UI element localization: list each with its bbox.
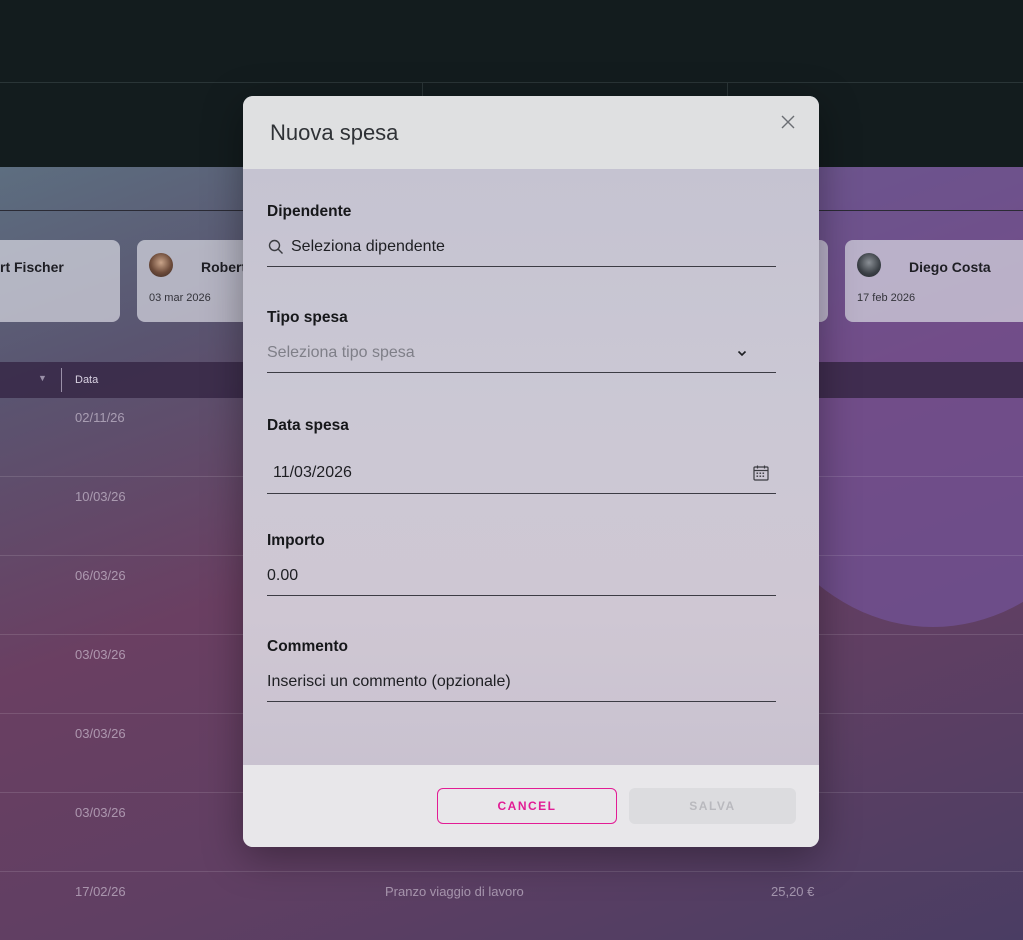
- expense-date-value: 11/03/2026: [273, 463, 352, 481]
- chevron-down-icon: [737, 350, 747, 356]
- row-date: 03/03/26: [75, 726, 126, 741]
- employee-card-date: 17 feb 2026: [857, 292, 916, 304]
- dialog-title: Nuova spesa: [270, 120, 399, 145]
- employee-card-name: Diego Costa: [909, 259, 991, 275]
- row-date: 06/03/26: [75, 568, 126, 583]
- cancel-button[interactable]: CANCEL: [437, 788, 617, 824]
- table-row[interactable]: 17/02/26 Pranzo viaggio di lavoro 25,20 …: [0, 872, 1023, 940]
- expense-type-field: Tipo spesa Seleziona tipo spesa: [267, 309, 776, 373]
- employee-card[interactable]: Diego Costa 17 feb 2026: [845, 240, 1023, 322]
- row-date: 17/02/26: [75, 884, 126, 899]
- employee-label: Dipendente: [267, 203, 352, 220]
- dialog-header: Nuova spesa: [243, 96, 819, 169]
- expense-type-placeholder: Seleziona tipo spesa: [267, 343, 415, 361]
- employee-card-name: rt Fischer: [0, 259, 64, 275]
- row-amount: 25,20 €: [771, 884, 815, 899]
- employee-card-date: 03 mar 2026: [149, 292, 211, 304]
- new-expense-dialog: Nuova spesa Dipendente Seleziona dipende…: [243, 96, 819, 847]
- amount-value: 0.00: [267, 566, 299, 584]
- search-icon: [268, 239, 283, 254]
- header-divider: [0, 82, 1023, 83]
- comment-field: Commento Inserisci un commento (opzional…: [267, 638, 776, 702]
- close-button[interactable]: [776, 110, 800, 134]
- amount-input[interactable]: 0.00: [267, 556, 776, 596]
- row-date: 02/11/26: [75, 410, 125, 425]
- expense-date-input[interactable]: 11/03/2026: [267, 452, 776, 494]
- comment-value: Inserisci un commento (opzionale): [267, 672, 511, 690]
- expense-date-field: Data spesa 11/03/2026: [267, 417, 776, 494]
- filter-icon[interactable]: ▼: [38, 373, 47, 383]
- employee-card[interactable]: Robert 03 mar 2026: [137, 240, 257, 322]
- employee-field: Dipendente Seleziona dipendente: [267, 203, 776, 267]
- employee-select[interactable]: Seleziona dipendente: [267, 227, 776, 267]
- avatar: [857, 253, 881, 277]
- row-date: 03/03/26: [75, 805, 126, 820]
- amount-label: Importo: [267, 532, 325, 549]
- dialog-footer: CANCEL SALVA: [243, 765, 819, 847]
- amount-field: Importo 0.00: [267, 532, 776, 596]
- expense-type-select[interactable]: Seleziona tipo spesa: [267, 333, 776, 373]
- row-date: 03/03/26: [75, 647, 126, 662]
- row-date: 10/03/26: [75, 489, 126, 504]
- column-separator: [61, 368, 62, 392]
- avatar: [149, 253, 173, 277]
- calendar-icon[interactable]: [752, 464, 770, 482]
- dialog-body: Dipendente Seleziona dipendente Tipo spe…: [243, 169, 819, 765]
- employee-card-name: Robert: [201, 259, 247, 275]
- comment-input[interactable]: Inserisci un commento (opzionale): [267, 662, 776, 702]
- employee-card[interactable]: rt Fischer: [0, 240, 120, 322]
- expense-type-label: Tipo spesa: [267, 309, 348, 326]
- column-header-date[interactable]: Data: [75, 374, 98, 386]
- save-button[interactable]: SALVA: [629, 788, 796, 824]
- expense-date-label: Data spesa: [267, 417, 349, 434]
- comment-label: Commento: [267, 638, 348, 655]
- close-icon: [781, 115, 795, 129]
- employee-select-value: Seleziona dipendente: [291, 237, 445, 255]
- row-description: Pranzo viaggio di lavoro: [385, 884, 524, 899]
